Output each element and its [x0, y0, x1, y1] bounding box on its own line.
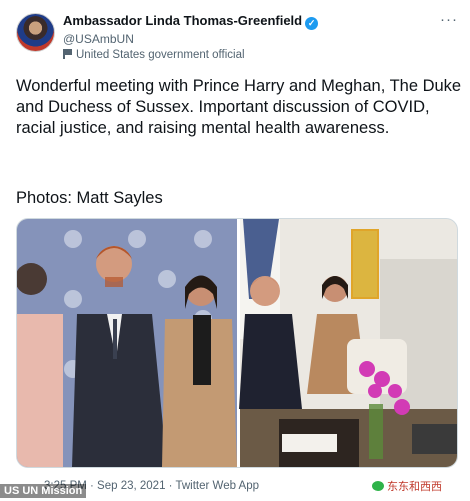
flag-icon	[63, 49, 72, 59]
government-label[interactable]: United States government official	[63, 49, 245, 61]
photo-credit: Photos: Matt Sayles	[16, 189, 163, 207]
photo-collage	[17, 219, 457, 467]
government-label-text: United States government official	[76, 49, 245, 61]
author-name-text[interactable]: Ambassador Linda Thomas-Greenfield	[63, 13, 302, 28]
tweet-photos[interactable]	[16, 218, 458, 468]
photo-right[interactable]	[239, 219, 457, 467]
wechat-icon	[372, 481, 384, 491]
tweet-card: Ambassador Linda Thomas-Greenfield ✓ @USA…	[0, 0, 470, 501]
tweet-source: · Twitter Web App	[168, 480, 260, 492]
more-icon[interactable]: ···	[440, 11, 458, 28]
brand-text: 东东和西西	[387, 481, 442, 493]
photo-left[interactable]	[17, 219, 237, 467]
author-name[interactable]: Ambassador Linda Thomas-Greenfield ✓	[63, 13, 319, 30]
brand-watermark: 东东和西西	[372, 478, 442, 494]
tweet-text: Wonderful meeting with Prince Harry and …	[16, 77, 462, 137]
author-handle[interactable]: @USAmbUN	[63, 32, 134, 46]
image-watermark: US UN Mission	[0, 484, 87, 498]
avatar[interactable]	[16, 13, 55, 52]
verified-badge-icon: ✓	[305, 17, 319, 30]
